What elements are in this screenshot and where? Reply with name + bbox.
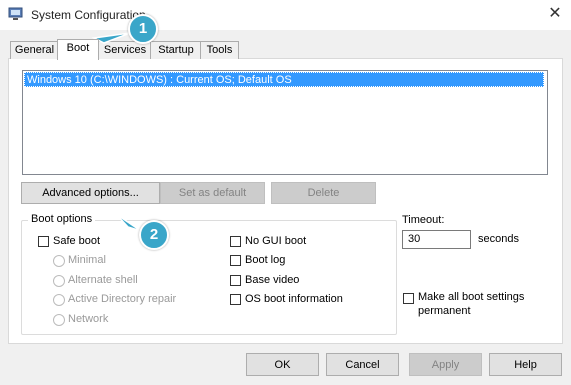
tab-startup[interactable]: Startup [150,41,202,59]
timeout-input[interactable]: 30 [402,230,471,249]
no-gui-boot-checkbox[interactable] [230,236,241,247]
boot-log-checkbox[interactable] [230,255,241,266]
os-list-item[interactable]: Windows 10 (C:\WINDOWS) : Current OS; De… [24,72,544,87]
ok-button[interactable]: OK [246,353,319,376]
window-title: System Configuration [31,8,146,22]
os-boot-information-checkbox[interactable] [230,294,241,305]
cancel-button[interactable]: Cancel [326,353,399,376]
tab-boot[interactable]: Boot [57,39,99,60]
os-boot-information-label: OS boot information [245,293,343,305]
alternate-shell-radio[interactable] [53,275,65,287]
close-icon[interactable]: ✕ [546,5,564,23]
minimal-label: Minimal [68,254,106,266]
boot-options-title: Boot options [28,213,96,225]
alternate-shell-label: Alternate shell [68,274,138,286]
make-permanent-label-line2: permanent [418,305,471,317]
safe-boot-checkbox[interactable] [38,236,49,247]
safe-boot-label: Safe boot [53,235,101,247]
set-as-default-button[interactable]: Set as default [160,182,265,204]
make-permanent-checkbox[interactable] [403,293,414,304]
system-configuration-icon [8,7,23,20]
base-video-label: Base video [245,274,300,286]
minimal-radio[interactable] [53,255,65,267]
active-directory-repair-label: Active Directory repair [68,293,177,305]
no-gui-boot-label: No GUI boot [245,235,307,247]
os-listbox[interactable]: Windows 10 (C:\WINDOWS) : Current OS; De… [22,70,548,175]
advanced-options-button[interactable]: Advanced options... [21,182,160,204]
base-video-checkbox[interactable] [230,275,241,286]
timeout-unit-label: seconds [478,233,519,245]
apply-button[interactable]: Apply [409,353,482,376]
timeout-label: Timeout: [402,214,445,226]
tab-general[interactable]: General [10,41,59,59]
active-directory-repair-radio[interactable] [53,294,65,306]
callout-1: 1 [128,14,158,44]
callout-2: 2 [139,220,169,250]
tab-tools[interactable]: Tools [200,41,239,59]
help-button[interactable]: Help [489,353,562,376]
make-permanent-label-line1: Make all boot settings [418,291,525,303]
delete-button[interactable]: Delete [271,182,376,204]
boot-log-label: Boot log [245,254,286,266]
network-label: Network [68,313,109,325]
network-radio[interactable] [53,314,65,326]
